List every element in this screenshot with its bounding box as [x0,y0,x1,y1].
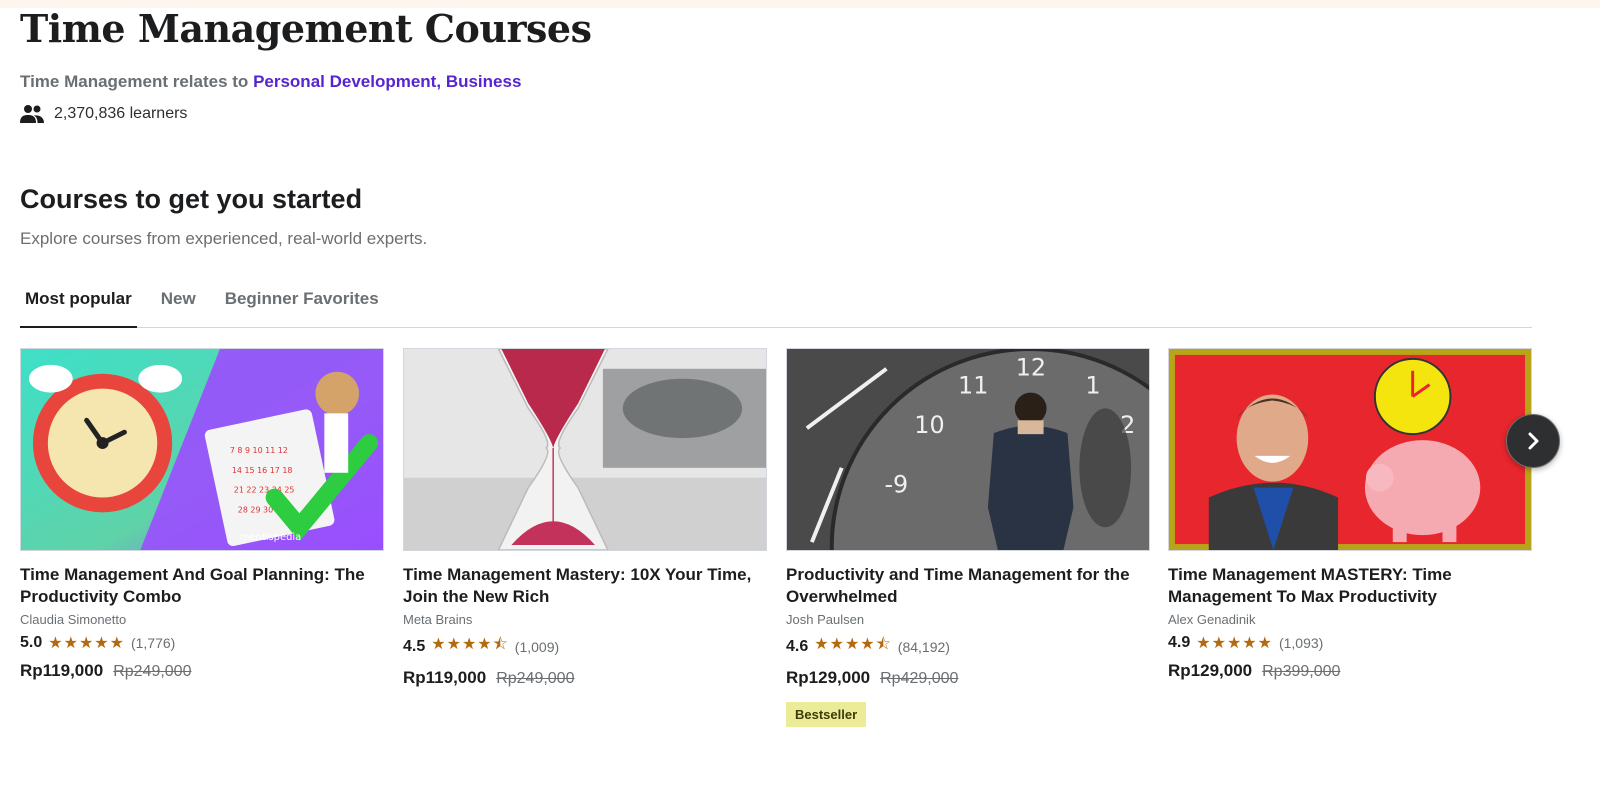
star-rating-icon: ★★★★★ [1196,635,1273,652]
course-rating: 4.5 ★★★★⯪ (1,009) [403,633,767,660]
section-title: Courses to get you started [20,184,363,214]
related-topic-personal-development[interactable]: Personal Development, [253,72,441,91]
review-count: (84,192) [897,638,950,655]
course-title[interactable]: Productivity and Time Management for the… [786,564,1150,608]
star-rating-icon: ★★★★⯪ [814,636,892,653]
course-price: Rp119,000 Rp249,000 [403,668,767,688]
original-price: Rp249,000 [496,670,575,687]
tab-beginner-favorites[interactable]: Beginner Favorites [220,280,384,328]
svg-text:11: 11 [958,372,988,400]
current-price: Rp119,000 [20,661,104,680]
svg-text:21 22 23 24 25: 21 22 23 24 25 [234,486,295,495]
chevron-right-icon [1528,432,1539,450]
review-count: (1,776) [130,635,176,651]
course-thumbnail[interactable]: 12 1 11 10 2 -9 [786,348,1150,551]
original-price: Rp429,000 [880,670,959,687]
people-icon [20,105,44,123]
course-author: Josh Paulsen [786,612,865,627]
svg-text:10: 10 [914,411,944,439]
course-rating: 5.0 ★★★★★ (1,776) [20,633,384,653]
current-price: Rp129,000 [786,668,871,687]
tab-most-popular[interactable]: Most popular [20,280,137,328]
course-card[interactable]: 12 1 11 10 2 -9 Productivity and Time Ma… [786,348,1150,727]
course-author: Claudia Simonetto [20,612,127,627]
learners-count: 2,370,836 learners [20,104,187,124]
svg-text:14 15 16 17 18: 14 15 16 17 18 [232,466,293,475]
course-carousel: 7 8 9 10 11 12 14 15 16 17 18 21 22 23 2… [20,348,1532,748]
course-price: Rp129,000 Rp429,000 [786,668,1150,688]
related-topic-business[interactable]: Business [446,72,522,91]
course-thumbnail[interactable] [403,348,767,551]
star-rating-icon: ★★★★⯪ [431,636,509,653]
page-title: Time Management Courses [20,6,592,51]
relates-to-line: Time Management relates to Personal Deve… [20,72,521,92]
course-author: Meta Brains [403,612,473,627]
tab-new[interactable]: New [156,280,201,328]
original-price: Rp249,000 [113,663,192,680]
star-rating-icon: ★★★★★ [48,635,125,652]
course-tabs: Most popular New Beginner Favorites [20,280,1532,328]
review-count: (1,093) [1278,635,1324,651]
bestseller-badge: Bestseller [786,702,867,727]
learners-text: 2,370,836 learners [54,105,188,122]
review-count: (1,009) [514,638,560,655]
current-price: Rp119,000 [403,668,487,687]
relates-prefix: Time Management relates to [20,72,249,91]
rating-score: 4.9 [1168,634,1191,651]
original-price: Rp399,000 [1262,663,1341,680]
mentispedia-logo: mentispedia [240,532,301,543]
course-card[interactable]: Time Management MASTERY: Time Management… [1168,348,1532,681]
carousel-next-button[interactable] [1506,414,1560,468]
svg-text:1: 1 [1085,372,1100,400]
course-price: Rp119,000 Rp249,000 [20,661,384,681]
course-thumbnail[interactable] [1168,348,1532,551]
course-rating: 4.9 ★★★★★ (1,093) [1168,633,1532,653]
course-title[interactable]: Time Management MASTERY: Time Management… [1168,564,1532,608]
course-title[interactable]: Time Management Mastery: 10X Your Time, … [403,564,767,608]
course-price: Rp129,000 Rp399,000 [1168,661,1532,681]
course-title[interactable]: Time Management And Goal Planning: The P… [20,564,384,608]
section-subtitle: Explore courses from experienced, real-w… [20,229,428,248]
rating-score: 4.5 [403,637,426,655]
svg-text:-9: -9 [884,471,908,499]
course-author: Alex Genadinik [1168,612,1256,627]
svg-text:7 8 9 10 11 12: 7 8 9 10 11 12 [230,446,288,455]
course-card[interactable]: Time Management Mastery: 10X Your Time, … [403,348,767,688]
svg-text:12: 12 [1016,354,1046,382]
current-price: Rp129,000 [1168,661,1253,680]
rating-score: 4.6 [786,637,809,655]
rating-score: 5.0 [20,634,43,651]
course-rating: 4.6 ★★★★⯪ (84,192) [786,633,1150,660]
course-thumbnail[interactable]: 7 8 9 10 11 12 14 15 16 17 18 21 22 23 2… [20,348,384,551]
course-card[interactable]: 7 8 9 10 11 12 14 15 16 17 18 21 22 23 2… [20,348,384,681]
